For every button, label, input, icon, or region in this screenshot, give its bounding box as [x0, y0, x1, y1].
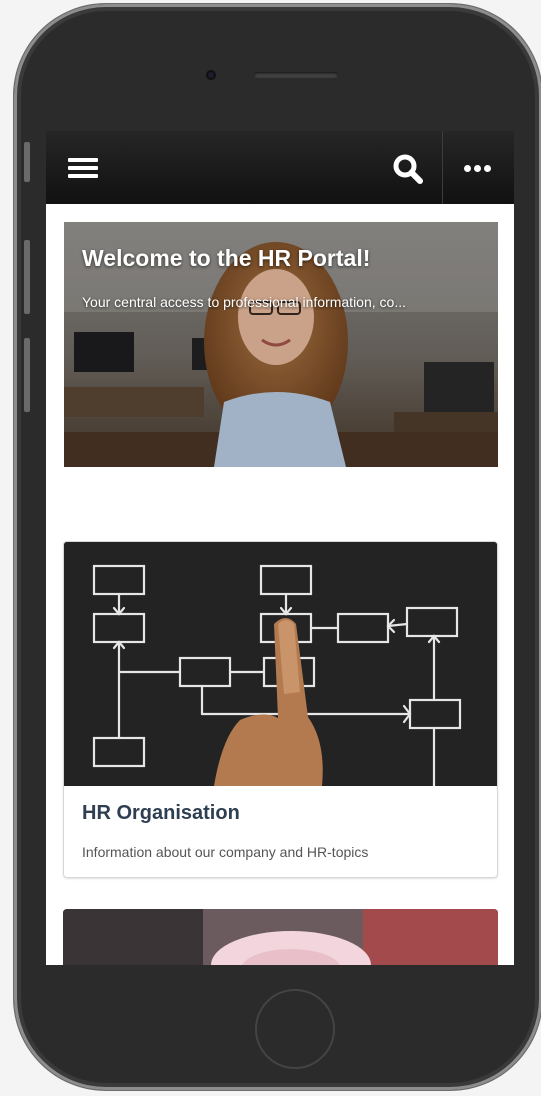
phone-camera: [206, 70, 216, 80]
phone-volume-down: [24, 338, 30, 412]
hero-title: Welcome to the HR Portal!: [82, 245, 371, 271]
card-description: Information about our company and HR-top…: [82, 844, 369, 860]
next-card-preview[interactable]: [63, 909, 498, 965]
top-navigation-bar: [46, 131, 514, 204]
hero-subtitle: Your central access to professional info…: [82, 294, 406, 310]
piggy-bank-image: [63, 909, 498, 965]
more-horizontal-icon[interactable]: [450, 149, 506, 187]
app-screen: Welcome to the HR Portal! Your central a…: [46, 131, 514, 965]
hr-organisation-card[interactable]: HR Organisation Information about our co…: [63, 541, 498, 878]
phone-speaker: [254, 72, 338, 78]
card-title: HR Organisation: [82, 802, 240, 824]
phone-mute-switch: [24, 142, 30, 182]
search-icon[interactable]: [390, 151, 426, 187]
welcome-banner: Welcome to the HR Portal! Your central a…: [64, 222, 498, 467]
flowchart-chalkboard-image: [64, 542, 497, 788]
phone-volume-up: [24, 240, 30, 314]
hamburger-menu-icon[interactable]: [68, 158, 98, 178]
phone-home-button[interactable]: [255, 989, 335, 1069]
topbar-divider: [442, 131, 443, 204]
